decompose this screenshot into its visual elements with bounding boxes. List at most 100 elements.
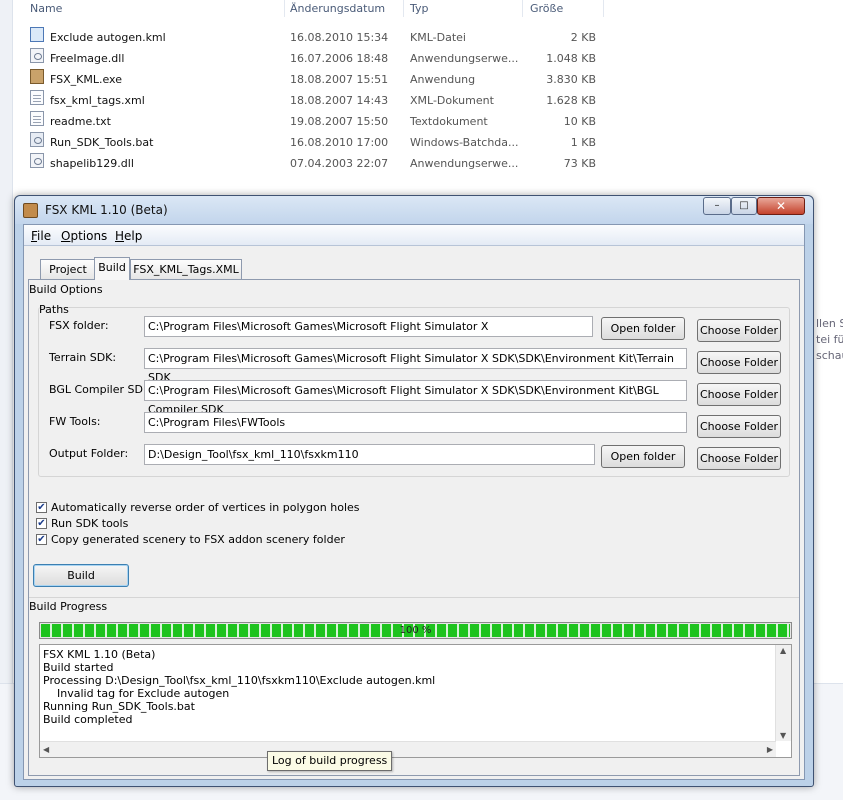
output-open-folder-button[interactable]: Open folder [601,445,685,468]
log-tooltip: Log of build progress [267,751,393,771]
fsx-folder-input[interactable]: C:\Program Files\Microsoft Games\Microso… [144,316,593,337]
file-row[interactable]: fsx_kml_tags.xml 18.08.2007 14:43 XML-Doku… [30,90,610,111]
file-name: Run_SDK_Tools.bat [50,136,154,149]
build-progress-bar: 100 % [39,622,792,639]
exe-file-icon [30,69,44,84]
output-folder-input[interactable]: D:\Design_Tool\fsx_kml_110\fsxkm110 [144,444,595,465]
tab-build[interactable]: Build [94,257,130,280]
fsx-choose-folder-button[interactable]: Choose Folder [697,319,781,342]
column-header-size[interactable]: Größe [530,0,563,17]
scroll-up-icon[interactable]: ▲ [780,646,786,655]
column-separator[interactable] [522,0,523,17]
log-horizontal-scrollbar[interactable]: ◀ ▶ [40,741,776,757]
build-button[interactable]: Build [33,564,129,587]
paths-label: Paths [39,303,69,316]
separator [29,597,799,598]
file-size: 1.628 KB [546,94,596,107]
file-row[interactable]: Exclude autogen.kml 16.08.2010 15:34 KML-D… [30,27,610,48]
file-name: fsx_kml_tags.xml [50,94,145,107]
file-name: shapelib129.dll [50,157,134,170]
scroll-down-icon[interactable]: ▼ [780,731,786,740]
scroll-left-icon[interactable]: ◀ [43,745,49,754]
build-tab-panel: Build Options Paths FSX folder: C:\Progr… [28,279,800,776]
log-vertical-scrollbar[interactable]: ▲ ▼ [775,645,791,741]
file-size: 1 KB [570,136,596,149]
bat-file-icon [30,132,44,147]
maximize-button[interactable]: □ [731,197,757,215]
file-size: 10 KB [563,115,596,128]
file-date: 18.08.2007 15:51 [290,73,389,86]
build-options-label: Build Options [29,283,103,296]
window-title: FSX KML 1.10 (Beta) [45,203,168,217]
column-header-type[interactable]: Typ [410,0,429,17]
progress-percent-text: 100 % [399,625,432,636]
explorer-sidebar [0,0,13,799]
log-line: Processing D:\Design_Tool\fsx_kml_110\fs… [43,674,436,687]
file-name: FreeImage.dll [50,52,125,65]
file-name: Exclude autogen.kml [50,31,166,44]
copy-scenery-label: Copy generated scenery to FSX addon scen… [51,533,345,546]
file-row[interactable]: readme.txt 19.08.2007 15:50 Textdokument 10… [30,111,610,132]
fsx-open-folder-button[interactable]: Open folder [601,317,685,340]
dll-file-icon [30,153,44,168]
log-line: Invalid tag for Exclude autogen [43,687,230,700]
fw-tools-input[interactable]: C:\Program Files\FWTools [144,412,687,433]
column-header-date[interactable]: Änderungsdatum [290,0,385,17]
bgl-choose-folder-button[interactable]: Choose Folder [697,383,781,406]
build-log[interactable]: FSX KML 1.10 (Beta) Build started Processi… [39,644,792,758]
menu-help[interactable]: Help [115,229,142,243]
file-type: Anwendung [410,73,476,86]
column-separator[interactable] [603,0,604,17]
close-button[interactable]: ✕ [757,197,805,215]
fw-tools-choose-folder-button[interactable]: Choose Folder [697,415,781,438]
output-folder-label: Output Folder: [49,447,129,460]
file-name: readme.txt [50,115,111,128]
column-separator[interactable] [403,0,404,17]
file-size: 3.830 KB [546,73,596,86]
file-size: 2 KB [570,31,596,44]
log-line: Build started [43,661,114,674]
checkbox-check-icon[interactable]: ✔ [36,518,47,529]
file-row[interactable]: FreeImage.dll 16.07.2006 18:48 Anwendungse… [30,48,610,69]
scroll-right-icon[interactable]: ▶ [767,745,773,754]
checkbox-check-icon[interactable]: ✔ [36,534,47,545]
file-name: FSX_KML.exe [50,73,122,86]
log-line: Running Run_SDK_Tools.bat [43,700,195,713]
details-text: llen Si [816,317,843,330]
tab-fsx-kml-tags-xml[interactable]: FSX_KML_Tags.XML [130,259,242,279]
bgl-compiler-sdk-input[interactable]: C:\Program Files\Microsoft Games\Microso… [144,380,687,416]
file-date: 07.04.2003 22:07 [290,157,389,170]
fsx-kml-window: FSX KML 1.10 (Beta) – □ ✕ File Options H… [14,195,814,787]
log-line: FSX KML 1.10 (Beta) [43,648,156,661]
log-line: Build completed [43,713,133,726]
details-text: tei fü [816,333,843,346]
file-date: 18.08.2007 14:43 [290,94,389,107]
file-row[interactable]: Run_SDK_Tools.bat 16.08.2010 17:00 Windows… [30,132,610,153]
minimize-button[interactable]: – [703,197,731,215]
file-date: 16.07.2006 18:48 [290,52,389,65]
window-client-area: File Options Help Project Build FSX_KML_… [23,224,805,780]
file-size: 1.048 KB [546,52,596,65]
file-type: Textdokument [410,115,488,128]
file-type: Windows-Batchda... [410,136,519,149]
column-separator[interactable] [284,0,285,17]
tab-project[interactable]: Project [40,259,96,279]
details-text: schau [816,349,843,362]
terrain-sdk-choose-folder-button[interactable]: Choose Folder [697,351,781,374]
title-bar[interactable]: FSX KML 1.10 (Beta) – □ ✕ [15,196,813,224]
checkbox-check-icon[interactable]: ✔ [36,502,47,513]
file-row[interactable]: FSX_KML.exe 18.08.2007 15:51 Anwendung 3.83… [30,69,610,90]
kml-file-icon [30,27,44,42]
dll-file-icon [30,48,44,63]
terrain-sdk-input[interactable]: C:\Program Files\Microsoft Games\Microso… [144,348,687,384]
file-type: KML-Datei [410,31,466,44]
file-type: XML-Dokument [410,94,494,107]
app-icon[interactable] [23,203,38,218]
menu-options[interactable]: Options [61,229,107,243]
column-header-name[interactable]: Name [30,0,62,17]
file-row[interactable]: shapelib129.dll 07.04.2003 22:07 Anwendung… [30,153,610,174]
output-choose-folder-button[interactable]: Choose Folder [697,447,781,470]
txt-file-icon [30,111,44,126]
xml-file-icon [30,90,44,105]
menu-file[interactable]: File [31,229,51,243]
